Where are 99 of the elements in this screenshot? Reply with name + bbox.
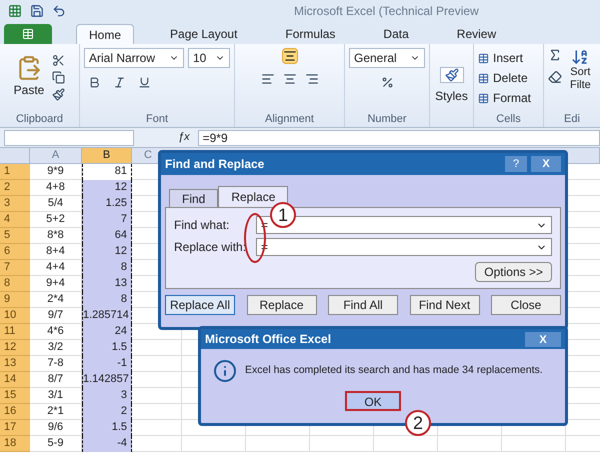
table-cell: 64 xyxy=(82,228,132,244)
table-cell: -1 xyxy=(82,356,132,372)
italic-icon[interactable] xyxy=(113,76,126,89)
cells-button[interactable]: Format xyxy=(478,88,539,108)
row-header[interactable]: 7 xyxy=(0,260,30,276)
function-icon[interactable]: ƒx xyxy=(178,129,190,146)
dialog-title: Microsoft Office Excel xyxy=(205,331,332,348)
align-right-icon[interactable] xyxy=(304,72,318,86)
number-format-dropdown[interactable]: General xyxy=(349,48,425,68)
info-icon xyxy=(213,359,237,383)
ribbon-group-label: Cells xyxy=(495,112,522,126)
dialog-tab[interactable]: Find xyxy=(169,189,218,207)
ribbon-tab[interactable]: Data xyxy=(371,24,421,44)
ribbon-group-label: Font xyxy=(144,112,169,126)
cells-icon xyxy=(478,52,489,64)
field-label: Find what: xyxy=(174,217,230,234)
align-center-icon[interactable] xyxy=(282,72,296,86)
table-cell: 2 xyxy=(82,404,132,420)
table-cell: 3 xyxy=(82,388,132,404)
table-cell: 24 xyxy=(82,324,132,340)
dialog-button[interactable]: Close xyxy=(491,295,561,315)
row-header[interactable]: 17 xyxy=(0,420,30,436)
file-menu-button[interactable] xyxy=(4,24,52,44)
paste-button[interactable]: Paste xyxy=(14,81,44,100)
highlight-ellipse xyxy=(244,213,266,263)
align-middle-icon[interactable] xyxy=(282,48,298,64)
eraser-icon[interactable] xyxy=(548,70,562,84)
step-badge: 2 xyxy=(405,410,431,436)
dialog-button[interactable]: Replace All xyxy=(165,295,235,315)
dialog-button[interactable]: Find Next xyxy=(410,295,480,315)
table-cell: 12 xyxy=(82,180,132,196)
sort-icon xyxy=(571,48,590,66)
sort-filter-label[interactable]: Filte xyxy=(570,79,591,92)
message-text: Excel has completed its search and has made 34 replacements. xyxy=(245,363,543,378)
table-cell: -4 xyxy=(82,436,132,452)
row-header[interactable]: 18 xyxy=(0,436,30,452)
table-cell: 8 xyxy=(82,292,132,308)
ribbon-tab[interactable]: Page Layout xyxy=(158,24,250,44)
font-name-dropdown[interactable]: Arial Narrow xyxy=(84,48,184,68)
align-left-icon[interactable] xyxy=(260,72,274,86)
cells-button[interactable]: Insert xyxy=(478,48,539,68)
dialog-title: Find and Replace xyxy=(165,156,264,173)
table-cell: 1.25 xyxy=(82,196,132,212)
table-cell: 1.5 xyxy=(82,420,132,436)
dialog-button[interactable]: Find All xyxy=(328,295,398,315)
dialog-tab[interactable]: Replace xyxy=(218,186,288,207)
ribbon-group-label: Number xyxy=(366,112,408,126)
sum-icon[interactable] xyxy=(548,48,562,62)
cut-icon[interactable] xyxy=(52,54,66,67)
bold-icon[interactable] xyxy=(88,76,101,89)
ribbon-group-label: Alignment xyxy=(264,112,315,126)
row-header[interactable]: 3 xyxy=(0,196,30,212)
percent-icon[interactable] xyxy=(380,76,394,89)
cells-button[interactable]: Delete xyxy=(478,68,539,88)
options-button[interactable]: Options >> xyxy=(475,262,552,282)
ribbon-tab[interactable]: Review xyxy=(444,24,508,44)
cells-icon xyxy=(478,72,489,84)
row-header[interactable]: 5 xyxy=(0,228,30,244)
table-cell: 7 xyxy=(82,212,132,228)
sort-filter-label[interactable]: Sort xyxy=(570,66,590,79)
styles-button[interactable]: Styles xyxy=(435,86,468,104)
row-header[interactable]: 2 xyxy=(0,180,30,196)
row-header[interactable]: 12 xyxy=(0,340,30,356)
row-header[interactable]: 14 xyxy=(0,372,30,388)
row-header[interactable]: 16 xyxy=(0,404,30,420)
column-header[interactable]: B xyxy=(82,148,132,164)
format-painter-icon[interactable] xyxy=(52,88,66,101)
font-size-dropdown[interactable]: 10 xyxy=(188,48,230,68)
save-icon[interactable] xyxy=(30,4,44,18)
ribbon-group-label: Clipboard xyxy=(14,112,64,126)
table-cell: 1.5 xyxy=(82,340,132,356)
window-title: Microsoft Excel (Technical Preview xyxy=(294,3,479,20)
row-header[interactable]: 9 xyxy=(0,292,30,308)
table-cell: 12 xyxy=(82,244,132,260)
row-header[interactable]: 13 xyxy=(0,356,30,372)
table-cell: 1.142857 xyxy=(82,372,132,388)
cells-icon xyxy=(478,92,489,104)
undo-icon[interactable] xyxy=(52,4,66,18)
table-cell: 13 xyxy=(82,276,132,292)
row-header[interactable]: 11 xyxy=(0,324,30,340)
copy-icon[interactable] xyxy=(52,70,66,84)
styles-icon xyxy=(440,66,464,82)
table-cell: 81 xyxy=(82,164,132,180)
row-header[interactable]: 4 xyxy=(0,212,30,228)
underline-icon[interactable] xyxy=(138,76,151,89)
table-cell: 1.285714 xyxy=(82,308,132,324)
row-header[interactable]: 6 xyxy=(0,244,30,260)
row-header[interactable]: 8 xyxy=(0,276,30,292)
ok-button[interactable]: OK xyxy=(345,391,401,411)
field-label: Replace with: xyxy=(174,239,248,256)
ribbon-tab[interactable]: Formulas xyxy=(273,24,348,44)
ribbon-tab[interactable]: Home xyxy=(76,24,134,44)
dialog-button[interactable]: Replace xyxy=(246,295,316,315)
row-header[interactable]: 1 xyxy=(0,164,30,180)
ribbon-group-label: Edi xyxy=(563,112,581,126)
table-cell: 8 xyxy=(82,260,132,276)
row-header[interactable]: 15 xyxy=(0,388,30,404)
row-header[interactable]: 10 xyxy=(0,308,30,324)
formula-input[interactable]: =9*9 xyxy=(198,130,600,146)
